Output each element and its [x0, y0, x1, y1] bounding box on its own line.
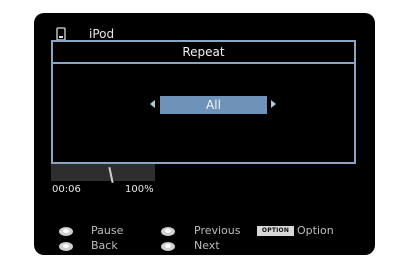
repeat-value[interactable]: All — [160, 96, 267, 114]
next-button-icon — [161, 242, 175, 251]
tv-screen: iPod Repeat All 00:06 100% Pause Back Pr… — [34, 13, 375, 255]
pause-button-icon — [59, 227, 73, 236]
dialog-title: Repeat — [53, 42, 354, 64]
previous-label: Previous — [194, 224, 241, 237]
option-label: Option — [297, 224, 334, 237]
left-arrow-icon[interactable] — [150, 100, 155, 108]
next-label: Next — [194, 239, 220, 252]
back-label: Back — [91, 239, 118, 252]
back-button-icon — [59, 242, 73, 251]
right-arrow-icon[interactable] — [271, 100, 276, 108]
ipod-icon — [56, 27, 66, 41]
volume-percent: 100% — [125, 184, 154, 195]
previous-button-icon — [161, 227, 175, 236]
elapsed-time: 00:06 — [52, 184, 81, 195]
repeat-option-row[interactable]: All — [53, 96, 354, 114]
option-key-icon: OPTION — [257, 226, 294, 236]
repeat-dialog: Repeat All — [51, 40, 356, 164]
pause-label: Pause — [91, 224, 124, 237]
source-title: iPod — [89, 27, 115, 41]
